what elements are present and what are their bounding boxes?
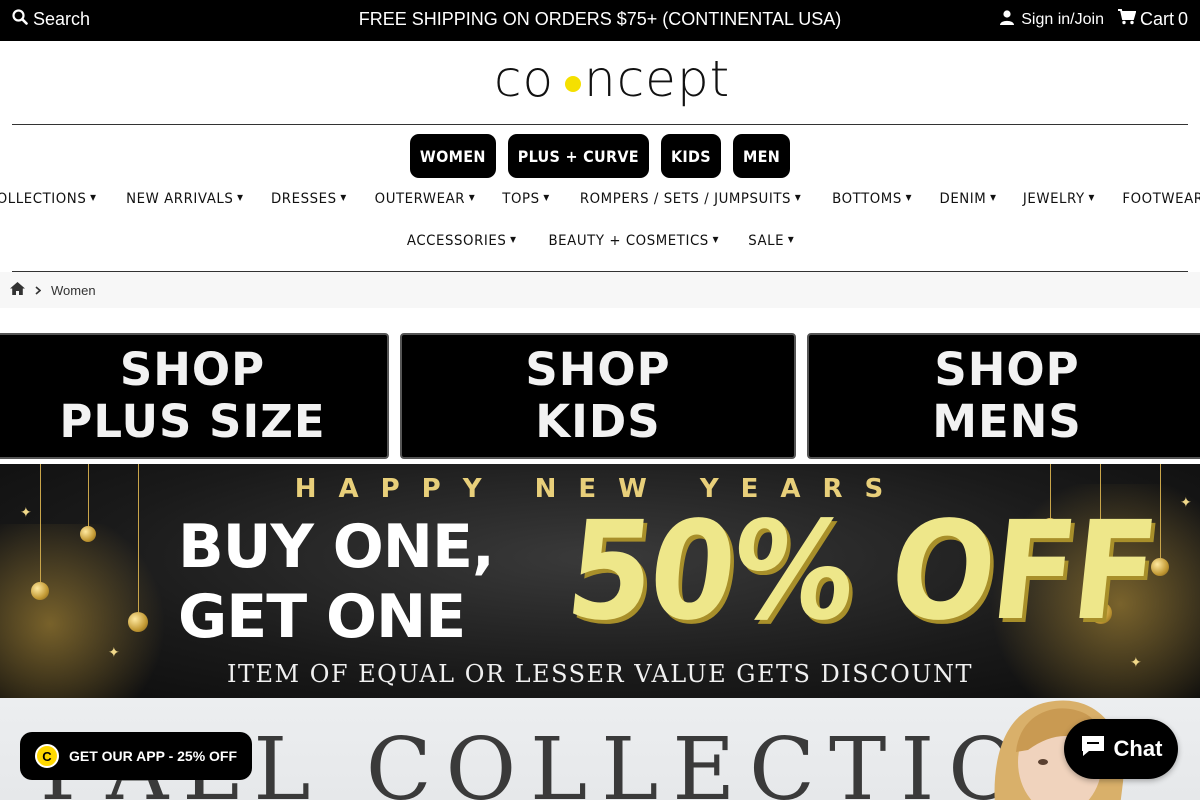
tile-line-1: SHOP bbox=[934, 343, 1080, 396]
chevron-down-icon: ▼ bbox=[788, 234, 795, 244]
app-popup-label: GET OUR APP - 25% OFF bbox=[69, 748, 238, 764]
nav-dresses[interactable]: DRESSES ▼ bbox=[271, 191, 347, 207]
sparkle-icon: ✦ bbox=[20, 504, 32, 520]
chevron-down-icon: ▼ bbox=[340, 192, 348, 202]
nav-label: DRESSES bbox=[271, 191, 338, 207]
nav-label: ACCESSORIES bbox=[407, 233, 507, 249]
nav-denim[interactable]: DENIM ▼ bbox=[939, 191, 996, 207]
tile-line-1: SHOP bbox=[525, 343, 671, 396]
chevron-down-icon: ▼ bbox=[795, 192, 802, 202]
svg-text:ncept: ncept bbox=[584, 52, 730, 108]
main-nav-row-1: COLLECTIONS▼ NEW ARRIVALS▼ DRESSES▼ OUTE… bbox=[0, 191, 1200, 207]
pill-plus-curve[interactable]: PLUS + CURVE bbox=[507, 134, 649, 178]
chevron-down-icon: ▼ bbox=[510, 234, 517, 244]
nav-label: OUTERWEAR bbox=[374, 191, 466, 207]
chevron-down-icon: ▼ bbox=[469, 192, 476, 202]
chat-bubble-icon bbox=[1080, 734, 1106, 764]
nav-bottoms[interactable]: BOTTOMS ▼ bbox=[833, 191, 913, 207]
bogo-line-2: GET ONE bbox=[178, 582, 466, 652]
sign-in-link[interactable]: Sign in/Join bbox=[1000, 9, 1104, 30]
nav-collections[interactable]: COLLECTIONS▼ bbox=[0, 191, 97, 207]
chat-label: Chat bbox=[1113, 736, 1163, 761]
home-icon[interactable] bbox=[10, 282, 25, 298]
pill-women[interactable]: WOMEN bbox=[409, 134, 496, 178]
cart-label: Cart bbox=[1139, 9, 1174, 29]
shop-tiles: SHOP PLUS SIZE SHOP KIDS SHOP MENS bbox=[0, 333, 1200, 459]
nav-label: BOTTOMS bbox=[832, 191, 903, 207]
bogo-text: BUY ONE, GET ONE bbox=[178, 512, 495, 652]
nav-label: ROMPERS / SETS / JUMPSUITS bbox=[580, 191, 792, 207]
nav-label: BEAUTY + COSMETICS bbox=[548, 233, 709, 249]
logo-wordmark: co ncept bbox=[494, 50, 730, 108]
nav-rompers-sets-jumpsuits[interactable]: ROMPERS / SETS / JUMPSUITS ▼ bbox=[580, 191, 801, 207]
cart-link[interactable]: Cart 0 bbox=[1117, 9, 1188, 30]
nav-label: NEW ARRIVALS bbox=[125, 191, 234, 207]
nav-tops[interactable]: TOPS ▼ bbox=[503, 191, 551, 207]
chevron-down-icon: ▼ bbox=[712, 234, 719, 244]
search-button[interactable]: Search bbox=[12, 9, 90, 30]
nav-outerwear[interactable]: OUTERWEAR ▼ bbox=[375, 191, 476, 207]
nav-label: TOPS bbox=[502, 191, 540, 207]
shop-mens-tile[interactable]: SHOP MENS bbox=[807, 333, 1200, 459]
shop-plus-size-tile[interactable]: SHOP PLUS SIZE bbox=[0, 333, 389, 459]
nav-footwear[interactable]: FOOTWEAR▼ bbox=[1122, 191, 1200, 207]
banner-fineprint: ITEM OF EQUAL OR LESSER VALUE GETS DISCO… bbox=[226, 660, 973, 688]
chevron-down-icon: ▼ bbox=[236, 192, 244, 202]
bogo-line-1: BUY ONE, bbox=[178, 512, 495, 582]
chat-button[interactable]: Chat bbox=[1064, 719, 1178, 779]
nav-new-arrivals[interactable]: NEW ARRIVALS ▼ bbox=[126, 191, 244, 207]
nav-label: DENIM bbox=[939, 191, 986, 207]
sign-in-label: Sign in/Join bbox=[1021, 10, 1104, 28]
app-logo-icon: C bbox=[35, 744, 59, 768]
breadcrumb-current: Women bbox=[51, 282, 96, 298]
category-pills: WOMEN PLUS + CURVE KIDS MEN bbox=[0, 134, 1200, 178]
shop-kids-tile[interactable]: SHOP KIDS bbox=[400, 333, 796, 459]
discount-text: 50% OFF bbox=[559, 493, 1162, 651]
pill-kids[interactable]: KIDS bbox=[660, 134, 721, 178]
search-icon bbox=[12, 9, 28, 30]
nav-accessories[interactable]: ACCESSORIES ▼ bbox=[407, 233, 517, 249]
tile-line-2: PLUS SIZE bbox=[59, 395, 326, 448]
chevron-down-icon: ▼ bbox=[989, 192, 997, 202]
chevron-right-icon bbox=[35, 283, 42, 298]
app-download-popup[interactable]: C GET OUR APP - 25% OFF bbox=[20, 732, 252, 780]
main-nav-row-2: ACCESSORIES ▼ BEAUTY + COSMETICS ▼ SALE ▼ bbox=[0, 233, 1200, 249]
chevron-down-icon: ▼ bbox=[90, 192, 97, 202]
bogo-promo-banner[interactable]: ✦ ✦ ✦ ✦ ✦ HAPPY NEW YEARS BUY ONE, GET O… bbox=[0, 464, 1200, 698]
nav-label: SALE bbox=[748, 233, 785, 249]
breadcrumb: Women bbox=[0, 272, 1200, 308]
nav-label: FOOTWEAR bbox=[1121, 191, 1200, 207]
ornament-ball bbox=[80, 526, 96, 542]
logo-dot bbox=[565, 76, 581, 92]
chevron-down-icon: ▼ bbox=[906, 192, 913, 202]
cart-icon bbox=[1117, 9, 1137, 30]
announcement-bar: Search FREE SHIPPING ON ORDERS $75+ (CON… bbox=[0, 0, 1200, 41]
nav-label: COLLECTIONS bbox=[0, 191, 87, 207]
nav-sale[interactable]: SALE ▼ bbox=[748, 233, 794, 249]
nav-label: JEWELRY bbox=[1022, 191, 1085, 207]
pill-men[interactable]: MEN bbox=[732, 134, 791, 178]
tile-line-1: SHOP bbox=[119, 343, 266, 396]
nav-jewelry[interactable]: JEWELRY ▼ bbox=[1023, 191, 1095, 207]
svg-text:co: co bbox=[494, 52, 554, 108]
tile-line-2: MENS bbox=[932, 395, 1082, 448]
search-label: Search bbox=[33, 9, 91, 29]
site-logo[interactable]: co ncept bbox=[490, 50, 750, 114]
app-icon-letter: C bbox=[42, 748, 52, 764]
ornament-ball bbox=[128, 612, 148, 632]
cart-count: 0 bbox=[1177, 9, 1188, 29]
sparkle-icon: ✦ bbox=[108, 644, 120, 660]
nav-beauty-cosmetics[interactable]: BEAUTY + COSMETICS ▼ bbox=[548, 233, 719, 249]
header-divider bbox=[12, 124, 1188, 125]
chevron-down-icon: ▼ bbox=[1088, 192, 1095, 202]
ornament-ball bbox=[31, 582, 49, 600]
chevron-down-icon: ▼ bbox=[543, 192, 551, 202]
tile-line-2: KIDS bbox=[535, 395, 661, 448]
user-icon bbox=[1000, 9, 1015, 30]
